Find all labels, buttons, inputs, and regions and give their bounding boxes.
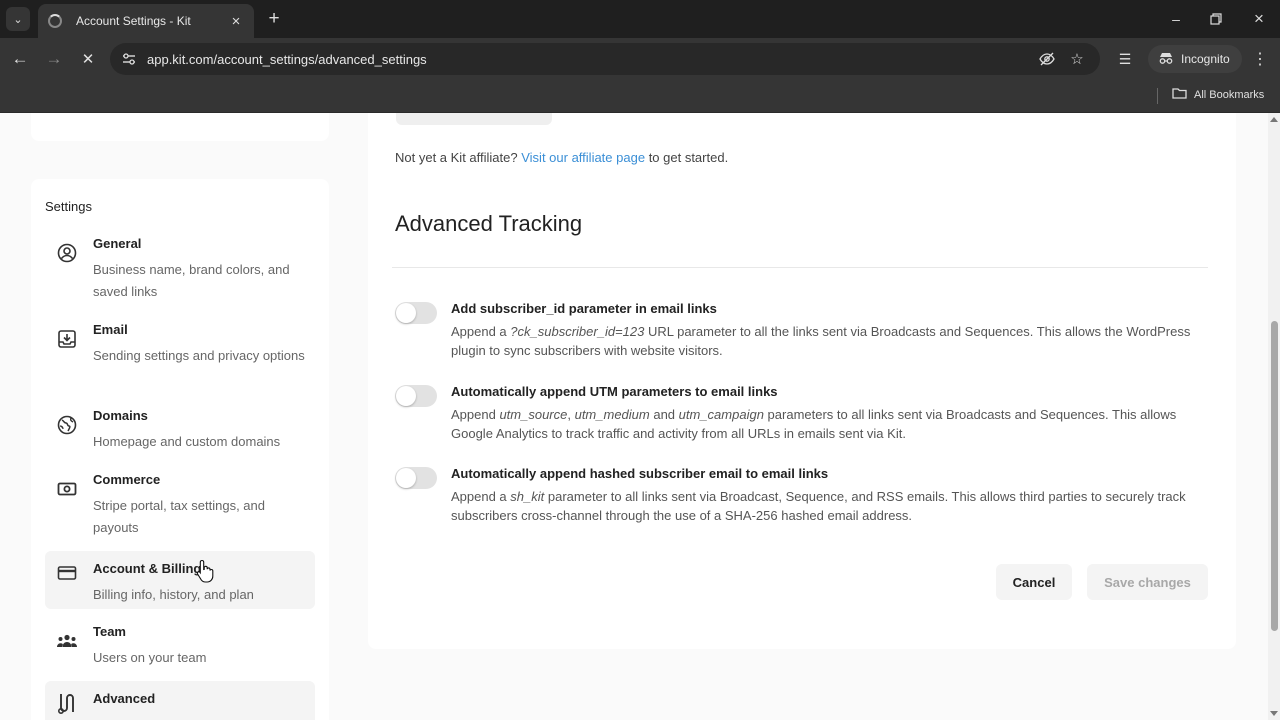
option-description: Append utm_source, utm_medium and utm_ca… xyxy=(451,407,1177,441)
folder-icon xyxy=(1172,87,1187,102)
toggle-knob xyxy=(396,386,416,406)
new-tab-button[interactable]: + xyxy=(262,7,286,31)
save-changes-button[interactable]: Save changes xyxy=(1087,564,1208,600)
sidebar-item-description: Business name, brand colors, and saved l… xyxy=(93,262,290,299)
team-icon xyxy=(56,630,78,652)
toggle-knob xyxy=(396,303,416,323)
advanced-settings-card: Not yet a Kit affiliate? Visit our affil… xyxy=(368,113,1236,649)
chevron-down-icon: ⌄ xyxy=(13,13,23,26)
person-circle-icon xyxy=(56,242,78,264)
close-icon[interactable]: × xyxy=(228,13,244,30)
minimize-icon[interactable]: – xyxy=(1164,7,1188,31)
tab-title: Account Settings - Kit xyxy=(76,14,191,28)
page-scrollbar[interactable] xyxy=(1268,113,1280,720)
media-controls-icon[interactable]: ☰ xyxy=(1113,47,1137,71)
browser-tab[interactable]: Account Settings - Kit × xyxy=(38,4,254,38)
loading-spinner-icon xyxy=(48,14,62,28)
window-close-icon[interactable]: × xyxy=(1247,7,1271,31)
more-menu-icon[interactable]: ⋮ xyxy=(1250,47,1270,71)
sidebar-item-general[interactable]: General Business name, brand colors, and… xyxy=(45,235,315,311)
option-subscriber-id: Add subscriber_id parameter in email lin… xyxy=(395,300,1195,360)
bookmarks-divider xyxy=(1157,88,1158,104)
sidebar-item-commerce[interactable]: Commerce Stripe portal, tax settings, an… xyxy=(45,471,315,547)
forward-arrow-icon[interactable]: → xyxy=(42,47,66,71)
incognito-badge[interactable]: Incognito xyxy=(1148,45,1242,73)
sidebar-item-account-billing[interactable]: Account & Billing Billing info, history,… xyxy=(45,551,315,609)
browser-toolbar: ← → ✕ app.kit.com/account_settings/advan… xyxy=(0,38,1280,80)
section-divider xyxy=(392,267,1208,268)
globe-icon xyxy=(56,414,78,436)
sidebar-item-title: Account & Billing xyxy=(93,561,202,576)
sidebar-item-description: Users on your team xyxy=(93,650,207,665)
toggle-knob xyxy=(396,468,416,488)
affiliate-page-link[interactable]: Visit our affiliate page xyxy=(521,150,645,165)
sidebar-item-title: Commerce xyxy=(93,472,161,487)
scroll-up-icon[interactable] xyxy=(1270,117,1278,122)
stop-loading-icon[interactable]: ✕ xyxy=(76,47,100,71)
affiliate-button-partial[interactable] xyxy=(396,113,552,125)
tab-search-button[interactable]: ⌄ xyxy=(6,7,30,31)
site-info-icon[interactable] xyxy=(120,50,138,68)
utm-parameters-toggle[interactable] xyxy=(395,385,437,407)
subscriber-id-toggle[interactable] xyxy=(395,302,437,324)
sidebar-item-description: Billing info, history, and plan xyxy=(93,587,254,602)
cash-icon xyxy=(56,478,78,500)
affiliate-note: Not yet a Kit affiliate? Visit our affil… xyxy=(395,150,728,165)
inbox-download-icon xyxy=(56,328,78,350)
option-description: Append a ?ck_subscriber_id=123 URL param… xyxy=(451,324,1191,358)
incognito-icon xyxy=(1158,52,1174,67)
eye-off-icon[interactable] xyxy=(1038,50,1056,68)
browser-tab-strip: ⌄ Account Settings - Kit × + – × xyxy=(0,0,1280,38)
cancel-button[interactable]: Cancel xyxy=(996,564,1072,600)
bookmarks-bar: All Bookmarks xyxy=(0,80,1280,113)
sidebar-item-description: Sending settings and privacy options xyxy=(93,348,305,363)
sidebar-item-description: Stripe portal, tax settings, and payouts xyxy=(93,498,265,535)
sidebar-item-title: Domains xyxy=(93,408,148,423)
sidebar-item-title: Email xyxy=(93,322,128,337)
sidebar-item-title: General xyxy=(93,236,142,251)
sidebar-item-team[interactable]: Team Users on your team xyxy=(45,623,315,677)
address-bar[interactable]: app.kit.com/account_settings/advanced_se… xyxy=(110,43,1100,75)
page-viewport: Settings General Business name, brand co… xyxy=(0,113,1268,720)
star-icon[interactable]: ☆ xyxy=(1068,50,1086,68)
affiliate-prefix: Not yet a Kit affiliate? xyxy=(395,150,518,165)
option-title: Add subscriber_id parameter in email lin… xyxy=(451,301,717,316)
sidebar-item-domains[interactable]: Domains Homepage and custom domains xyxy=(45,407,315,461)
back-arrow-icon[interactable]: ← xyxy=(8,47,32,71)
settings-heading: Settings xyxy=(45,199,92,214)
option-title: Automatically append hashed subscriber e… xyxy=(451,466,829,481)
sidebar-item-description: Homepage and custom domains xyxy=(93,434,281,449)
settings-sidebar: Settings General Business name, brand co… xyxy=(31,179,329,720)
sidebar-item-title: Advanced xyxy=(93,691,156,706)
sidebar-item-title: Team xyxy=(93,624,126,639)
scroll-down-icon[interactable] xyxy=(1270,711,1278,716)
affiliate-suffix: to get started. xyxy=(648,150,729,165)
sidebar-item-email[interactable]: Email Sending settings and privacy optio… xyxy=(45,321,315,397)
option-title: Automatically append UTM parameters to e… xyxy=(451,384,778,399)
option-description: Append a sh_kit parameter to all links s… xyxy=(451,489,1186,523)
url-text: app.kit.com/account_settings/advanced_se… xyxy=(147,51,427,67)
credit-card-icon xyxy=(56,562,78,584)
incognito-label: Incognito xyxy=(1181,52,1230,66)
advanced-icon xyxy=(56,692,78,714)
scrollbar-thumb[interactable] xyxy=(1271,321,1278,631)
option-utm-parameters: Automatically append UTM parameters to e… xyxy=(395,383,1195,443)
hand-cursor-icon xyxy=(196,559,214,583)
restore-icon[interactable] xyxy=(1204,7,1228,31)
section-title: Advanced Tracking xyxy=(395,211,583,236)
sidebar-card-above xyxy=(31,113,329,141)
option-hashed-email: Automatically append hashed subscriber e… xyxy=(395,465,1195,525)
all-bookmarks-label: All Bookmarks xyxy=(1194,88,1265,101)
hashed-email-toggle[interactable] xyxy=(395,467,437,489)
all-bookmarks-button[interactable]: All Bookmarks xyxy=(1172,87,1264,102)
sidebar-item-advanced[interactable]: Advanced xyxy=(45,681,315,720)
